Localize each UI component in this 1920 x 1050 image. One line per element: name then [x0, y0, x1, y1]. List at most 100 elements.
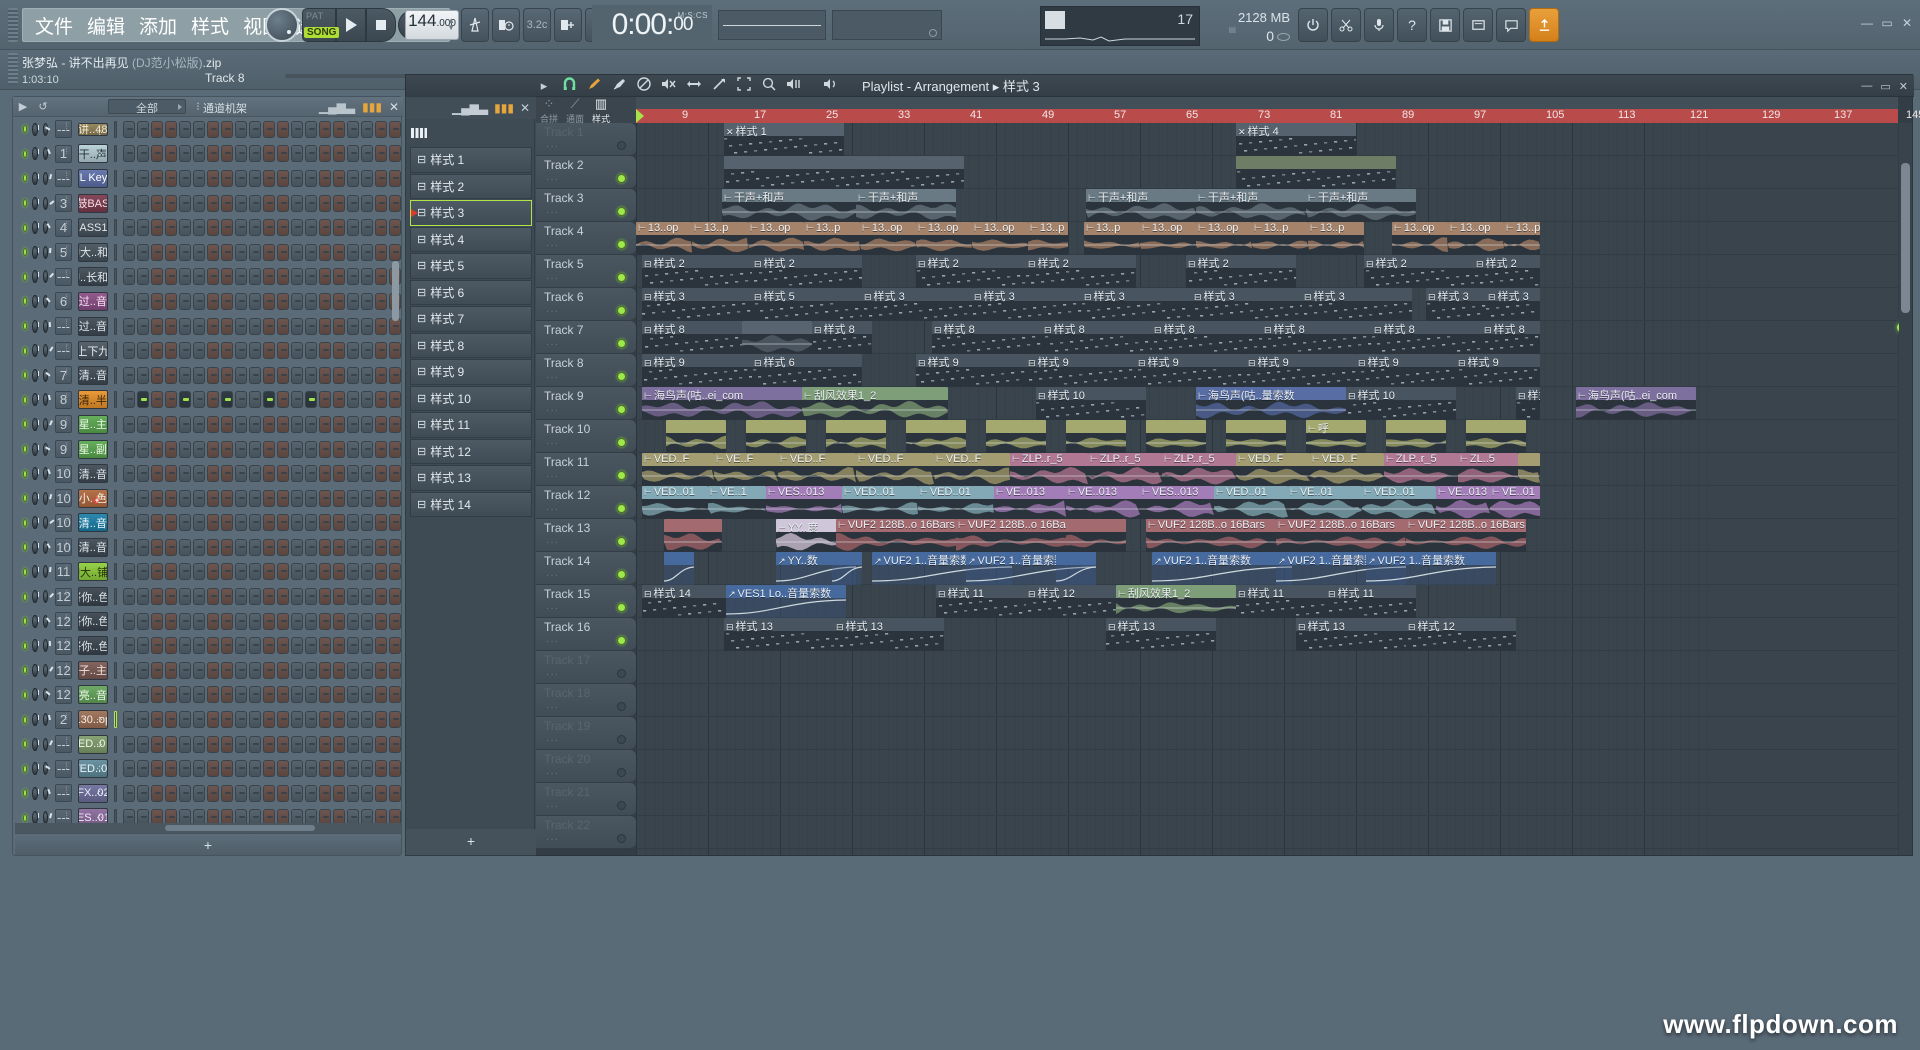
- step-button[interactable]: [221, 415, 234, 433]
- channel-enable-led[interactable]: [23, 690, 27, 699]
- menu-item-2[interactable]: 添加: [139, 12, 177, 39]
- step-button[interactable]: [305, 686, 318, 704]
- channel-name-button[interactable]: 小清..音色: [77, 513, 108, 533]
- playlist-clip[interactable]: ⊟样式 10: [1036, 387, 1146, 420]
- step-button[interactable]: [361, 735, 374, 753]
- step-button[interactable]: [193, 784, 206, 802]
- step-button[interactable]: [305, 637, 318, 655]
- step-button[interactable]: [249, 415, 262, 433]
- save-button[interactable]: [1430, 8, 1460, 42]
- playlist-clip[interactable]: [906, 420, 966, 453]
- step-button[interactable]: [333, 588, 346, 606]
- step-button[interactable]: [263, 342, 276, 360]
- picker-close-icon[interactable]: ✕: [520, 101, 530, 115]
- track-options-dots[interactable]: ···: [546, 636, 559, 647]
- step-button[interactable]: [165, 317, 178, 335]
- step-button[interactable]: [249, 366, 262, 384]
- playlist-clip[interactable]: [832, 552, 862, 585]
- select-icon[interactable]: [736, 77, 752, 94]
- step-button[interactable]: [221, 711, 234, 729]
- tempo-display[interactable]: 144.000 ▲ ▼: [405, 10, 459, 40]
- step-button[interactable]: [207, 760, 220, 778]
- step-button[interactable]: [347, 612, 360, 630]
- step-button[interactable]: [235, 465, 248, 483]
- channel-pan-knob[interactable]: [31, 614, 40, 628]
- channel-mixer-number[interactable]: 12: [55, 587, 72, 606]
- step-button[interactable]: [361, 415, 374, 433]
- playlist-clip[interactable]: [1226, 420, 1286, 453]
- step-button[interactable]: [291, 391, 304, 409]
- channel-name-button[interactable]: 干..声 ⁘: [77, 144, 108, 164]
- channel-select-bar[interactable]: [113, 563, 118, 581]
- step-button[interactable]: [277, 760, 290, 778]
- step-button[interactable]: [263, 415, 276, 433]
- playlist-clip[interactable]: ⊢ 13..p: [1252, 222, 1308, 255]
- channel-name-button[interactable]: DJ大..和弦: [77, 242, 108, 262]
- step-button[interactable]: [151, 514, 164, 532]
- playlist-clip[interactable]: ⊢ VE..013: [1066, 486, 1140, 519]
- channel-name-button[interactable]: VFX..029⁘: [77, 783, 108, 803]
- step-button[interactable]: [249, 637, 262, 655]
- step-button[interactable]: [207, 366, 220, 384]
- step-button[interactable]: [333, 194, 346, 212]
- playlist-clip[interactable]: ⊟ 样式 12: [1406, 618, 1516, 651]
- track-enable-led[interactable]: [617, 471, 626, 480]
- channel-row[interactable]: ---上下九: [15, 338, 401, 363]
- step-button[interactable]: [151, 145, 164, 163]
- step-button[interactable]: [361, 440, 374, 458]
- playlist-clip[interactable]: ⊢ VED..F: [856, 453, 934, 486]
- power-button[interactable]: [1298, 8, 1328, 42]
- step-button[interactable]: [193, 194, 206, 212]
- step-button[interactable]: [193, 760, 206, 778]
- step-button[interactable]: [235, 145, 248, 163]
- channel-volume-knob[interactable]: [42, 344, 53, 358]
- step-button[interactable]: [193, 317, 206, 335]
- step-button[interactable]: [235, 391, 248, 409]
- playlist-lane[interactable]: [636, 750, 1898, 783]
- step-button[interactable]: [319, 366, 332, 384]
- channel-select-bar[interactable]: [113, 317, 118, 335]
- step-button[interactable]: [333, 342, 346, 360]
- step-button[interactable]: [235, 588, 248, 606]
- step-button[interactable]: [319, 169, 332, 187]
- step-button[interactable]: [347, 637, 360, 655]
- step-button[interactable]: [123, 317, 136, 335]
- playlist-track-header[interactable]: Track 9 ···: [536, 387, 636, 420]
- playlist-clip[interactable]: ⊢ VUF2 128B..o 16Bars: [1146, 519, 1276, 552]
- step-button[interactable]: [333, 120, 346, 138]
- pattern-list-item[interactable]: ⊟ 样式 6: [410, 279, 532, 305]
- ruler-overview[interactable]: [636, 97, 1898, 109]
- step-button[interactable]: [333, 637, 346, 655]
- step-button[interactable]: [193, 514, 206, 532]
- step-button[interactable]: [207, 563, 220, 581]
- step-button[interactable]: [347, 120, 360, 138]
- step-button[interactable]: [347, 686, 360, 704]
- step-button[interactable]: [291, 415, 304, 433]
- track-enable-led[interactable]: [617, 735, 626, 744]
- step-button[interactable]: [375, 268, 388, 286]
- step-button[interactable]: [263, 219, 276, 237]
- track-options-dots[interactable]: ···: [546, 570, 559, 581]
- step-button[interactable]: [291, 661, 304, 679]
- step-button[interactable]: [123, 637, 136, 655]
- step-button[interactable]: [151, 219, 164, 237]
- step-button[interactable]: [193, 366, 206, 384]
- channel-volume-knob[interactable]: [42, 786, 50, 800]
- step-button[interactable]: [347, 760, 360, 778]
- step-button[interactable]: [291, 440, 304, 458]
- step-button[interactable]: [277, 489, 290, 507]
- playlist-maximize-button[interactable]: ▭: [1880, 80, 1890, 93]
- step-button[interactable]: [151, 563, 164, 581]
- channel-row[interactable]: 3Y鼓BASS: [15, 191, 401, 216]
- step-button[interactable]: [347, 415, 360, 433]
- playlist-clip[interactable]: ⊢ VUF2 128B..o 16Bars: [956, 519, 1076, 552]
- channel-pan-knob[interactable]: [31, 737, 40, 751]
- step-button[interactable]: [179, 415, 192, 433]
- playlist-clip[interactable]: ⊢ 13..p: [1084, 222, 1140, 255]
- step-button[interactable]: [263, 194, 276, 212]
- playlist-clip[interactable]: ⊟ 样式 11: [1236, 585, 1326, 618]
- step-button[interactable]: [347, 735, 360, 753]
- channel-select-bar[interactable]: [113, 514, 118, 532]
- step-button[interactable]: [165, 784, 178, 802]
- step-button[interactable]: [151, 686, 164, 704]
